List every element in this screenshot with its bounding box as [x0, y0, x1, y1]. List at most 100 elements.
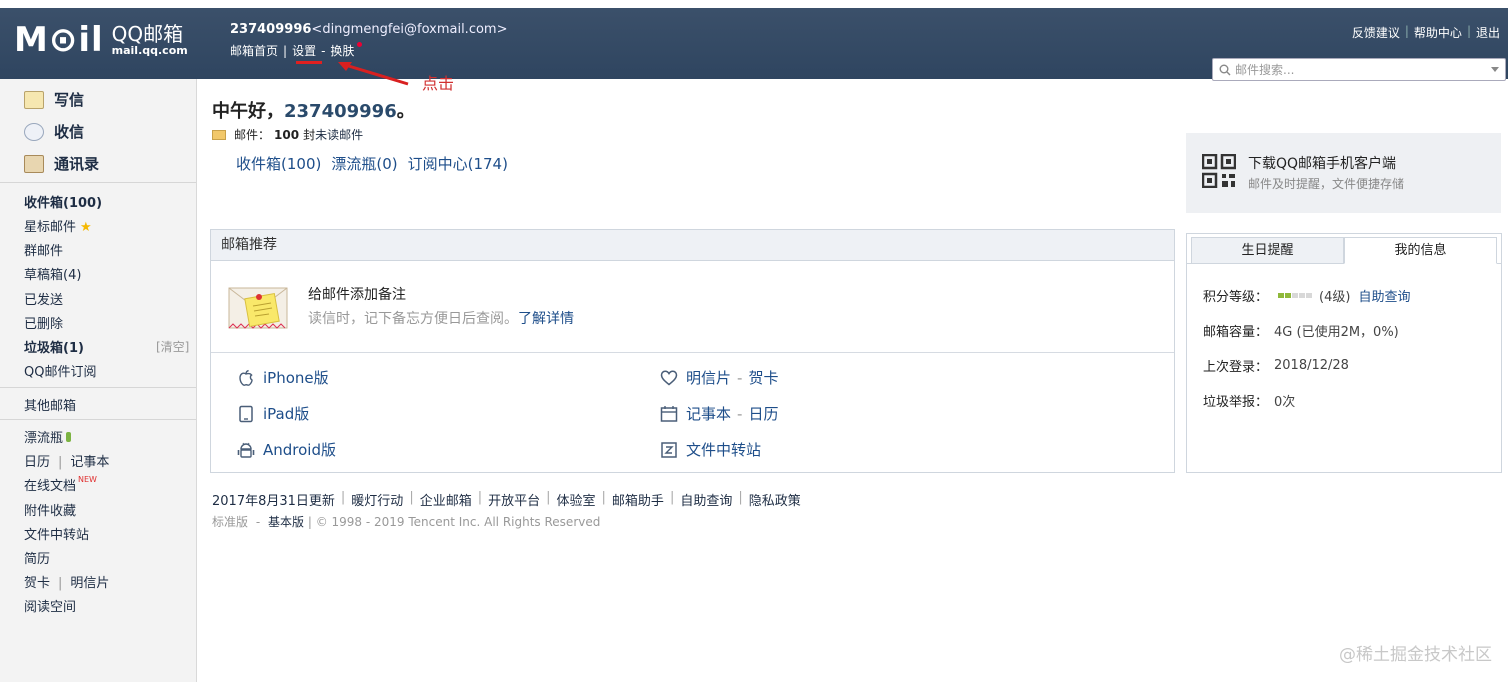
sidebar-divider [0, 387, 196, 388]
footer-link[interactable]: 开放平台 [488, 490, 540, 509]
main-content: 中午好，237409996。 邮件： 100 封 未读邮件 收件箱(100) 漂… [197, 79, 1512, 682]
iphone-version-link[interactable]: iPhone版 [237, 367, 329, 388]
folder-deleted[interactable]: 已删除 [24, 313, 63, 332]
footer-separator: | [738, 490, 743, 505]
folder-subscription[interactable]: QQ邮件订阅 [24, 361, 96, 380]
footer-separator: | [601, 490, 606, 505]
tab-my-info[interactable]: 我的信息 [1344, 237, 1497, 264]
reading-space-link[interactable]: 阅读空间 [24, 596, 76, 615]
calendar-link[interactable]: 日历 [24, 455, 50, 470]
quick-inbox-link[interactable]: 收件箱(100) [236, 153, 321, 174]
notes-link[interactable]: 记事本 [70, 455, 109, 470]
tab-birthday[interactable]: 生日提醒 [1191, 237, 1344, 264]
nav-settings-link[interactable]: 设置 [292, 42, 316, 59]
feature-title[interactable]: 给邮件添加备注 [308, 284, 406, 304]
level-meter [1278, 293, 1313, 298]
greeting-card-link[interactable]: 贺卡 [24, 576, 50, 591]
nav-skin-link[interactable]: 换肤 [330, 42, 354, 59]
footer-link[interactable]: 隐私政策 [749, 490, 801, 509]
clear-spam-link[interactable]: [清空] [156, 338, 189, 355]
basic-version-link[interactable]: 基本版 [268, 515, 304, 529]
attachments-link[interactable]: 附件收藏 [24, 500, 76, 519]
sidebar-divider [0, 419, 196, 420]
folder-starred[interactable]: 星标邮件 ★ [24, 216, 92, 235]
postcard-card-link[interactable]: 明信片 - 贺卡 [660, 367, 778, 388]
link-dash: - [737, 404, 743, 423]
mail-search-input[interactable]: 邮件搜索... [1212, 58, 1506, 81]
last-login-row: 上次登录： 2018/12/28 [1203, 356, 1349, 375]
footer-link[interactable]: 企业邮箱 [420, 490, 472, 509]
mobile-client-promo[interactable]: 下载QQ邮箱手机客户端 邮件及时提醒，文件便捷存储 [1186, 133, 1501, 213]
footer-separator: | [477, 490, 483, 505]
greeting-uid: 237409996 [284, 101, 397, 122]
learn-more-link[interactable]: 了解详情 [518, 311, 574, 327]
notes-calendar-link[interactable]: 记事本 - 日历 [660, 403, 778, 424]
folder-inbox[interactable]: 收件箱(100) [24, 192, 102, 211]
star-icon: ★ [80, 220, 92, 235]
header-nav: 邮箱首页 | 设置 - 换肤 [230, 42, 363, 59]
feature-description: 读信时，记下备忘方便日后查阅。了解详情 [308, 308, 574, 328]
footer-link[interactable]: 2017年8月31日更新 [212, 490, 335, 509]
annotation-underline [296, 61, 322, 64]
iphone-version-label: iPhone版 [263, 369, 329, 387]
envelope-icon [212, 129, 226, 140]
online-docs-label: 在线文档 [24, 479, 77, 494]
nav-home-link[interactable]: 邮箱首页 [230, 42, 278, 59]
android-icon [237, 442, 255, 458]
compose-button[interactable]: 写信 [24, 89, 84, 110]
drift-bottle-link[interactable]: 漂流瓶 [24, 427, 72, 446]
mail-count-line: 邮件： 100 封 未读邮件 [212, 126, 363, 143]
level-value: (4级) [1319, 290, 1351, 305]
file-transfer-station-link[interactable]: 文件中转站 [660, 439, 761, 460]
new-badge: NEW [78, 475, 97, 484]
ipad-version-link[interactable]: iPad版 [237, 403, 309, 424]
footer-separator: | [669, 490, 675, 505]
footer-link[interactable]: 自助查询 [680, 490, 732, 509]
quick-bottle-link[interactable]: 漂流瓶(0) [331, 153, 397, 174]
notes-label: 记事本 [686, 405, 732, 423]
watermark-text: @稀土掘金技术社区 [1339, 645, 1492, 665]
ipad-version-label: iPad版 [263, 405, 310, 423]
self-query-link[interactable]: 自助查询 [1358, 286, 1410, 305]
footer-link[interactable]: 体验室 [557, 490, 596, 509]
logo-mail-text: M⊙il [14, 20, 104, 60]
qqmail-logo[interactable]: M⊙il QQ邮箱 mail.qq.com [14, 22, 188, 58]
note-envelope-icon [228, 287, 288, 329]
folder-sent[interactable]: 已发送 [24, 289, 63, 308]
level-segment [1285, 293, 1292, 298]
unread-mail-link[interactable]: 未读邮件 [315, 126, 363, 143]
link-dash: - [737, 368, 743, 387]
quick-links: 收件箱(100) 漂流瓶(0) 订阅中心(174) [236, 153, 508, 174]
calendar-label: 日历 [748, 405, 779, 423]
other-mailbox-link[interactable]: 其他邮箱 [24, 395, 76, 414]
receive-button[interactable]: 收信 [24, 121, 84, 142]
footer-link[interactable]: 暖灯行动 [351, 490, 403, 509]
folder-group[interactable]: 群邮件 [24, 240, 63, 259]
quick-subscription-link[interactable]: 订阅中心(174) [408, 153, 508, 174]
folder-drafts[interactable]: 草稿箱(4) [24, 264, 81, 283]
search-dropdown-icon[interactable] [1491, 67, 1499, 72]
online-docs-link[interactable]: 在线文档 NEW [24, 475, 97, 494]
ipad-icon [239, 405, 253, 422]
folder-spam[interactable]: 垃圾箱(1) [24, 337, 84, 356]
feedback-link[interactable]: 反馈建议 [1352, 24, 1400, 41]
footer-link[interactable]: 邮箱助手 [612, 490, 664, 509]
mail-label: 邮件： [234, 128, 271, 142]
nav-separator: | [283, 43, 288, 58]
calendar-icon [660, 405, 678, 422]
postcard-label: 明信片 [686, 369, 732, 387]
postcard-link[interactable]: 明信片 [70, 576, 109, 591]
footer-separator: | [546, 490, 551, 505]
apple-icon [239, 369, 253, 386]
level-segment [1299, 293, 1306, 298]
footer-separator: | [409, 490, 414, 505]
contacts-button[interactable]: 通讯录 [24, 153, 99, 174]
logout-link[interactable]: 退出 [1476, 24, 1500, 41]
logo-url-text: mail.qq.com [111, 44, 188, 57]
resume-link[interactable]: 简历 [24, 548, 50, 567]
capacity-label: 邮箱容量： [1203, 325, 1269, 340]
file-transfer-link[interactable]: 文件中转站 [24, 524, 89, 543]
android-version-link[interactable]: Android版 [237, 439, 336, 460]
last-login-value: 2018/12/28 [1274, 358, 1349, 373]
help-link[interactable]: 帮助中心 [1414, 24, 1462, 41]
